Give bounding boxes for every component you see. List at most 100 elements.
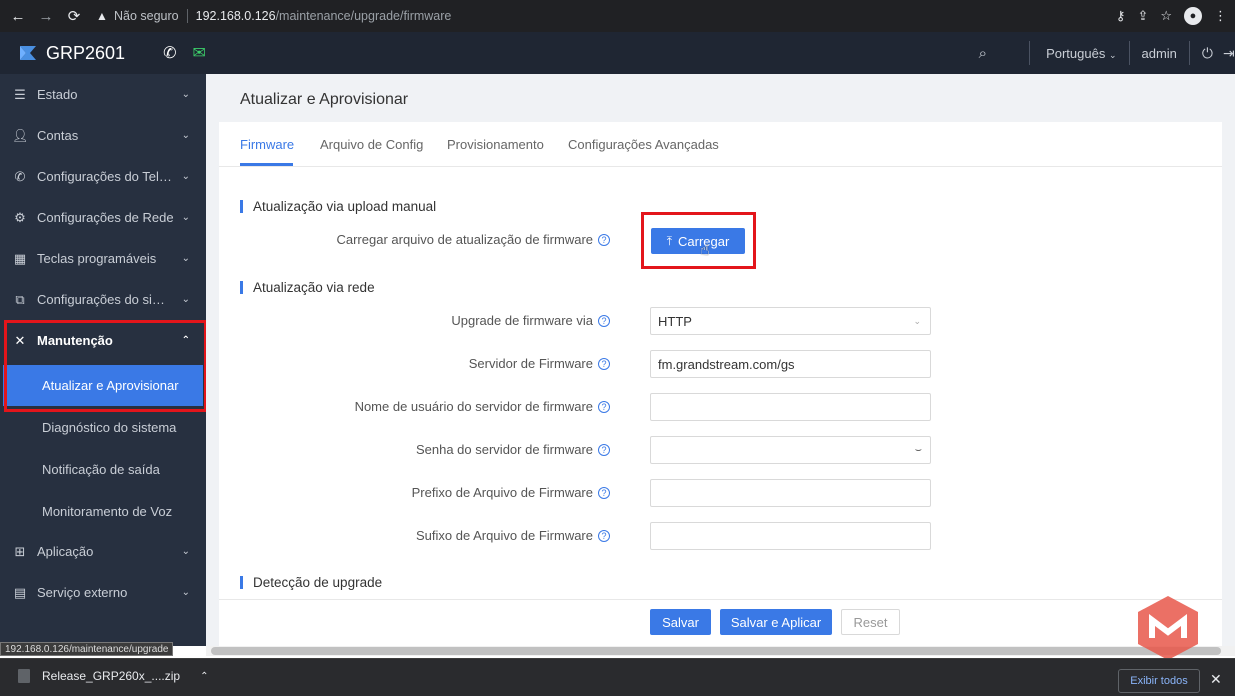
download-file-name[interactable]: Release_GRP260x_....zip (42, 669, 180, 683)
help-icon[interactable]: ? (598, 314, 610, 327)
field-label: Upgrade de firmware via (451, 313, 593, 328)
user-icon: 👤︎ (12, 127, 29, 143)
chevron-down-icon[interactable]: ⌄ (1109, 50, 1117, 60)
show-all-button[interactable]: Exibir todos (1118, 669, 1200, 693)
back-icon[interactable]: ← (8, 6, 28, 26)
scrollbar-thumb[interactable] (211, 647, 1221, 655)
file-prefix-label: Prefixo de Arquivo de Firmware? (412, 485, 610, 500)
browser-toolbar: ← → ⟳ ▲ Não seguro 192.168.0.126/mainten… (0, 0, 1235, 32)
help-icon[interactable]: ? (598, 400, 610, 413)
sidebar-item-programmable-keys[interactable]: ▦ Teclas programáveis ⌄ (0, 238, 206, 279)
file-suffix-label: Sufixo de Arquivo de Firmware? (416, 528, 610, 543)
field-label: Sufixo de Arquivo de Firmware (415, 528, 593, 543)
downloads-bar: Release_GRP260x_....zip ⌃ Exibir todos ✕ (0, 658, 1235, 696)
logout-icon[interactable]: ⇥ (1223, 45, 1235, 62)
active-tab-indicator (240, 163, 293, 166)
firmware-server-label: Servidor de Firmware? (469, 356, 610, 371)
app-header: GRP2601 ✆ ✉ ⌕ Português ⌄ admin ⏻ ⇥ (0, 32, 1235, 74)
input-value: fm.grandstream.com/gs (658, 356, 795, 372)
sidebar-item-network-settings[interactable]: ⚙ Configurações de Rede ⌄ (0, 197, 206, 238)
section-manual-upload: Atualização via upload manual (240, 199, 436, 214)
highlight-box-upload (641, 212, 756, 269)
help-icon[interactable]: ? (598, 357, 610, 370)
phone-icon[interactable]: ✆ (163, 43, 176, 63)
sidebar-item-aplicacao[interactable]: ⊞ Aplicação ⌄ (0, 531, 206, 572)
field-label: Nome de usuário do servidor de firmware (354, 399, 593, 414)
highlight-box-maintenance (4, 320, 207, 412)
status-bar-url: 192.168.0.126/maintenance/upgrade (0, 642, 174, 656)
sidebar-subitem-voice-monitoring[interactable]: Monitoramento de Voz (0, 491, 206, 532)
key-icon[interactable]: ⚷ (1116, 8, 1126, 24)
section-bar (240, 281, 243, 294)
document-icon: ▤ (13, 584, 27, 600)
browser-actions: ⚷ ⇪ ☆ ● ⋮ (1116, 4, 1227, 28)
url-path[interactable]: /maintenance/upgrade/firmware (276, 9, 452, 23)
section-title: Detecção de upgrade (253, 575, 383, 590)
tab-advanced-settings[interactable]: Configurações Avançadas (568, 137, 719, 152)
help-icon[interactable]: ? (598, 486, 610, 499)
grandstream-logo-icon (18, 44, 38, 62)
sidebar-item-label: Estado (37, 87, 78, 102)
sidebar-item-label: Aplicação (37, 544, 94, 559)
warning-icon[interactable]: ▲ (94, 9, 110, 23)
sidebar-item-estado[interactable]: ☰ Estado ⌄ (0, 74, 206, 115)
horizontal-scrollbar[interactable] (206, 646, 1235, 656)
file-suffix-input[interactable] (650, 522, 931, 550)
sidebar-item-phone-settings[interactable]: ✆ Configurações do Telefone ⌄ (0, 156, 206, 197)
sidebar-subitem-label: Diagnóstico do sistema (42, 420, 177, 435)
username[interactable]: admin (1142, 46, 1177, 61)
divider (186, 9, 188, 23)
search-icon[interactable]: ⌕ (979, 45, 987, 62)
sidebar-subitem-diagnostics[interactable]: Diagnóstico do sistema (0, 407, 206, 448)
tab-provisioning[interactable]: Provisionamento (447, 137, 544, 152)
section-bar (240, 200, 243, 213)
insecure-label[interactable]: Não seguro (114, 9, 179, 23)
sidebar-item-contas[interactable]: 👤︎ Contas ⌄ (0, 115, 206, 156)
sidebar-subitem-label: Notificação de saída (42, 462, 160, 477)
sidebar-subitem-outgoing-notification[interactable]: Notificação de saída (0, 449, 206, 490)
tab-config-file[interactable]: Arquivo de Config (320, 137, 423, 152)
sidebar-item-servico-externo[interactable]: ▤ Serviço externo ⌄ (0, 572, 206, 613)
language-select[interactable]: Português ⌄ (1046, 46, 1116, 61)
chevron-down-icon: ⌄ (913, 315, 921, 326)
reload-icon[interactable]: ⟳ (64, 6, 84, 26)
more-menu-icon[interactable]: ⋮ (1214, 8, 1227, 24)
power-icon[interactable]: ⏻ (1202, 45, 1213, 62)
save-apply-button[interactable]: Salvar e Aplicar (720, 609, 832, 635)
tab-firmware[interactable]: Firmware (240, 137, 294, 152)
close-icon[interactable]: ✕ (1210, 671, 1222, 688)
forward-icon[interactable]: → (36, 6, 56, 26)
server-username-input[interactable] (650, 393, 931, 421)
profile-icon[interactable]: ● (1184, 7, 1202, 25)
main-content: Atualizar e Aprovisionar Firmware Arquiv… (206, 74, 1235, 646)
firmware-via-label: Upgrade de firmware via? (451, 313, 610, 328)
chevron-down-icon: ⌄ (181, 212, 190, 223)
section-network-upgrade: Atualização via rede (240, 280, 375, 295)
page-title: Atualizar e Aprovisionar (240, 91, 409, 108)
star-icon[interactable]: ☆ (1160, 8, 1172, 24)
firmware-server-input[interactable]: fm.grandstream.com/gs (650, 350, 931, 378)
url-host[interactable]: 192.168.0.126 (196, 9, 276, 23)
section-bar (240, 576, 243, 589)
share-icon[interactable]: ⇪ (1137, 8, 1148, 24)
server-password-input[interactable]: ⌣ (650, 436, 931, 464)
help-icon[interactable]: ? (598, 443, 610, 456)
address-bar[interactable]: ▲ Não seguro 192.168.0.126/maintenance/u… (90, 4, 1090, 28)
help-icon[interactable]: ? (598, 529, 610, 542)
mail-icon[interactable]: ✉ (192, 43, 205, 63)
eye-closed-icon[interactable]: ⌣ (915, 444, 922, 457)
sidebar-item-system-settings[interactable]: ⧉ Configurações do sistema ⌄ (0, 279, 206, 320)
file-prefix-input[interactable] (650, 479, 931, 507)
download-item[interactable]: Release_GRP260x_....zip ⌃ (18, 669, 208, 683)
language-label[interactable]: Português (1046, 46, 1105, 61)
sidebar-item-label: Configurações do Telefone (37, 169, 175, 184)
help-icon[interactable]: ? (598, 233, 610, 246)
divider (1188, 41, 1190, 65)
save-button[interactable]: Salvar (650, 609, 711, 635)
reset-button[interactable]: Reset (841, 609, 900, 635)
phone-icon: ✆ (14, 168, 26, 184)
chevron-up-icon[interactable]: ⌃ (200, 671, 208, 682)
upload-label: Carregar arquivo de atualização de firmw… (336, 232, 610, 247)
firmware-via-select[interactable]: HTTP ⌄ (650, 307, 931, 335)
content-card: Firmware Arquivo de Config Provisionamen… (219, 122, 1222, 646)
